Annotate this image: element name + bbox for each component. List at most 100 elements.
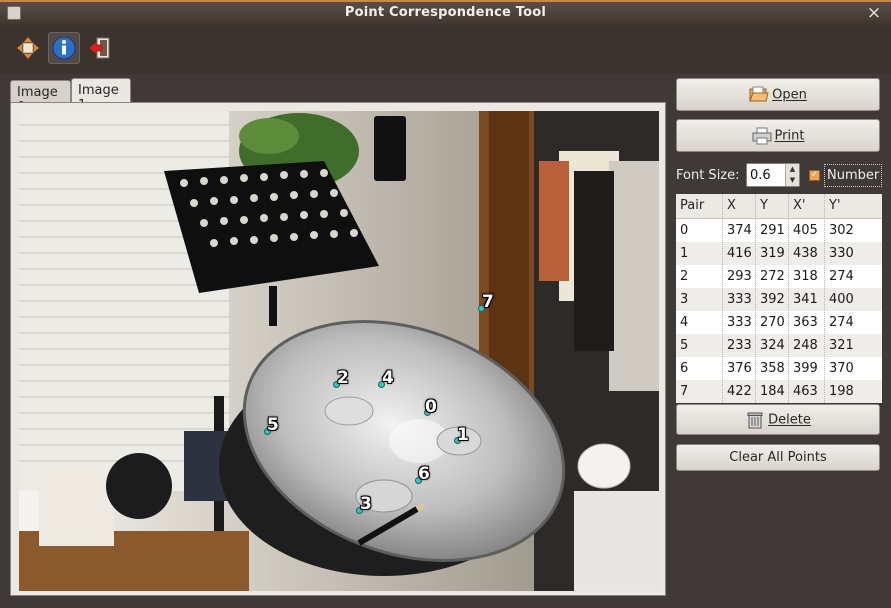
table-cell: 321 (829, 338, 854, 353)
title-bar: Point Correspondence Tool × (0, 0, 891, 26)
steelpan-photo[interactable]: 0 1 2 3 4 5 6 7 (19, 111, 659, 591)
trash-icon (747, 412, 763, 429)
delete-button[interactable]: Delete (676, 404, 880, 435)
column-header-y-prime[interactable]: Y' (825, 198, 841, 213)
table-cell: 376 (727, 361, 752, 376)
clear-all-points-button[interactable]: Clear All Points (676, 444, 880, 471)
column-header-pair[interactable]: Pair (676, 198, 704, 213)
table-cell: 333 (727, 315, 752, 330)
column-divider (755, 194, 756, 403)
marker-label-0: 0 (425, 397, 437, 417)
table-cell: 6 (680, 361, 689, 376)
photo-scene (19, 111, 659, 591)
table-row[interactable]: 4 333 270 363 274 (676, 311, 882, 334)
table-cell: 463 (793, 384, 818, 399)
point-table[interactable]: Pair X Y X' Y' 0 374 291 405 302 1 416 319 438 33… (676, 194, 882, 403)
close-icon[interactable]: × (865, 4, 883, 22)
table-cell: 293 (727, 269, 752, 284)
table-cell: 270 (760, 315, 785, 330)
print-button-label: Print (774, 128, 805, 144)
table-body: 0 374 291 405 302 1 416 319 438 330 2 293 272 318 274 3… (676, 219, 882, 403)
table-cell: 233 (727, 338, 752, 353)
column-header-x[interactable]: X (723, 198, 736, 213)
table-row[interactable]: 7 422 184 463 198 (676, 380, 882, 403)
table-cell: 438 (793, 246, 818, 261)
marker-label-5: 5 (267, 415, 279, 435)
table-cell: 4 (680, 315, 689, 330)
table-row[interactable]: 5 233 324 248 321 (676, 334, 882, 357)
table-cell: 422 (727, 384, 752, 399)
column-divider (824, 194, 825, 403)
table-cell: 333 (727, 292, 752, 307)
tab-image-0[interactable]: Image 0 (10, 80, 71, 115)
move-arrows-icon (17, 37, 39, 59)
open-button[interactable]: Open (676, 78, 880, 111)
table-cell: 370 (829, 361, 854, 376)
table-cell: 5 (680, 338, 689, 353)
font-size-spinner[interactable]: 0.6 ▲ ▼ (746, 163, 800, 187)
delete-button-label: Delete (768, 412, 811, 428)
column-header-x-prime[interactable]: X' (789, 198, 805, 213)
chevron-down-icon[interactable]: ▼ (786, 175, 799, 186)
table-cell: 358 (760, 361, 785, 376)
font-size-value: 0.6 (750, 168, 771, 183)
image-panel: 0 1 2 3 4 5 6 7 (10, 102, 666, 596)
column-header-y[interactable]: Y (756, 198, 768, 213)
table-cell: 318 (793, 269, 818, 284)
table-cell: 274 (829, 269, 854, 284)
table-cell: 319 (760, 246, 785, 261)
column-divider (788, 194, 789, 403)
table-cell: 272 (760, 269, 785, 284)
exit-tool-button[interactable] (84, 32, 116, 64)
table-cell: 363 (793, 315, 818, 330)
marker-label-3: 3 (360, 494, 372, 514)
marker-label-6: 6 (418, 464, 430, 484)
table-cell: 324 (760, 338, 785, 353)
folder-open-icon (749, 86, 769, 102)
table-cell: 198 (829, 384, 854, 399)
table-cell: 330 (829, 246, 854, 261)
open-button-label: Open (772, 87, 807, 103)
table-cell: 291 (760, 223, 785, 238)
printer-icon (752, 127, 772, 145)
table-cell: 405 (793, 223, 818, 238)
table-cell: 392 (760, 292, 785, 307)
table-cell: 274 (829, 315, 854, 330)
app-window: Point Correspondence Tool × Image Image … (0, 0, 891, 608)
info-tool-button[interactable] (48, 32, 80, 64)
table-cell: 248 (793, 338, 818, 353)
table-cell: 400 (829, 292, 854, 307)
window-title: Point Correspondence Tool (344, 5, 547, 20)
table-row[interactable]: 3 333 392 341 400 (676, 288, 882, 311)
print-button[interactable]: Print (676, 119, 880, 152)
table-cell: 2 (680, 269, 689, 284)
number-checkbox-label[interactable]: Number (824, 164, 883, 187)
exit-door-icon (88, 37, 110, 59)
table-cell: 1 (680, 246, 689, 261)
spinner-arrows[interactable]: ▲ ▼ (785, 164, 799, 186)
table-cell: 3 (680, 292, 689, 307)
marker-label-4: 4 (382, 368, 394, 388)
table-cell: 7 (680, 384, 689, 399)
workspace: Image 0 Image 1 (0, 74, 891, 608)
toolbar (0, 26, 891, 74)
column-divider (722, 194, 723, 403)
marker-label-2: 2 (337, 368, 349, 388)
table-row[interactable]: 6 376 358 399 370 (676, 357, 882, 380)
chevron-up-icon[interactable]: ▲ (786, 164, 799, 175)
marker-label-1: 1 (457, 425, 469, 445)
table-cell: 0 (680, 223, 689, 238)
info-icon (52, 36, 76, 60)
table-cell: 302 (829, 223, 854, 238)
table-cell: 341 (793, 292, 818, 307)
table-row[interactable]: 2 293 272 318 274 (676, 265, 882, 288)
move-tool-button[interactable] (12, 32, 44, 64)
font-size-row: Font Size: 0.6 ▲ ▼ ✓ Number (676, 162, 883, 188)
table-cell: 399 (793, 361, 818, 376)
number-checkbox[interactable]: ✓ (809, 170, 820, 181)
table-row[interactable]: 0 374 291 405 302 (676, 219, 882, 242)
table-row[interactable]: 1 416 319 438 330 (676, 242, 882, 265)
table-cell: 374 (727, 223, 752, 238)
table-cell: 184 (760, 384, 785, 399)
clear-all-points-label: Clear All Points (729, 450, 827, 465)
